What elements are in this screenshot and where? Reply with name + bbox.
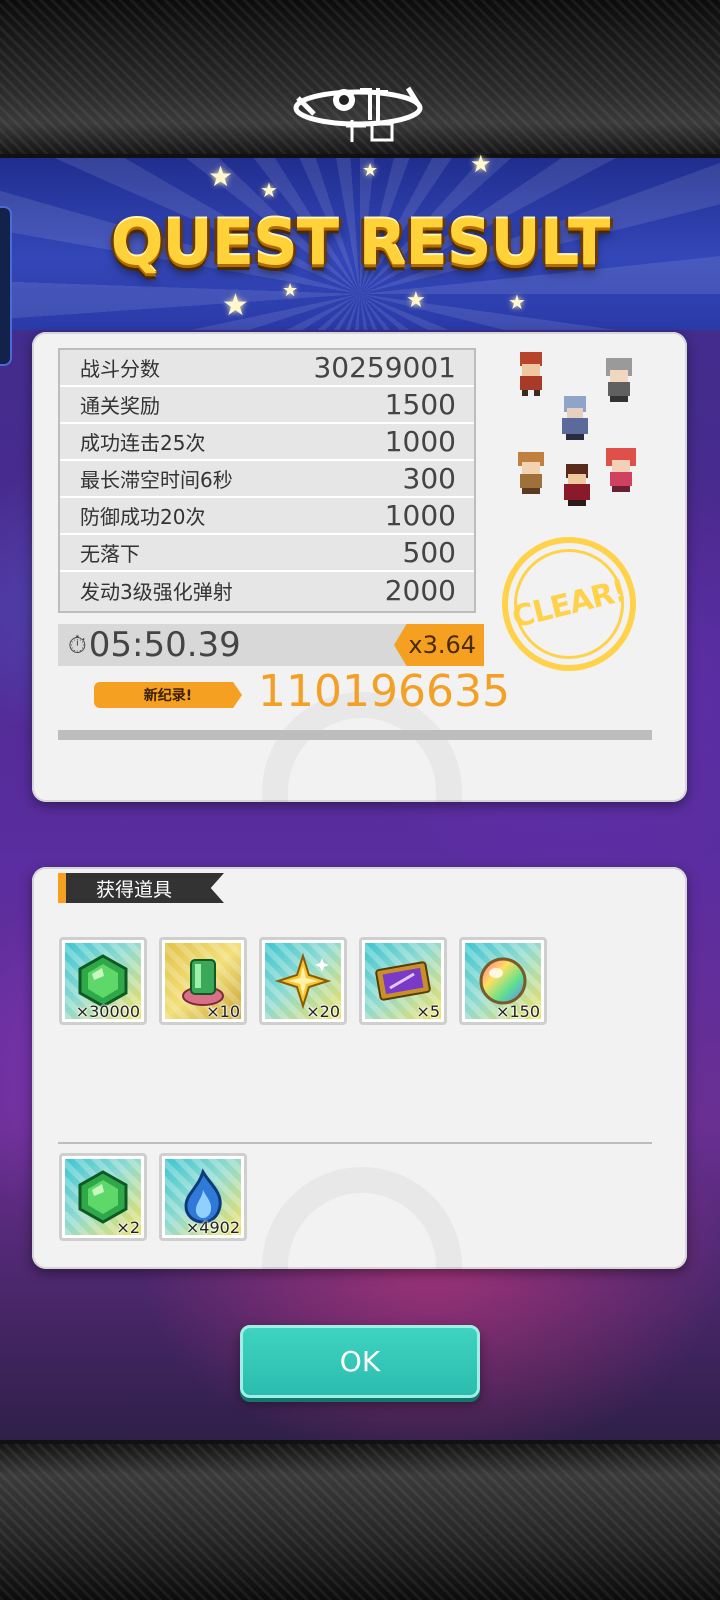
progress-bar [58, 730, 652, 740]
score-row: 防御成功20次 1000 [60, 498, 474, 535]
clear-stamp: CLEAR! [487, 522, 651, 686]
score-row-value: 1000 [384, 425, 456, 458]
character-sprite [562, 396, 588, 440]
item-count: ×30000 [75, 1002, 140, 1021]
reward-item[interactable]: ×20 [259, 937, 347, 1025]
character-sprite [518, 452, 544, 494]
obtained-items-title: 获得道具 [96, 878, 173, 901]
stopwatch-icon: ⏱ [68, 631, 87, 659]
score-row-value: 30259001 [313, 351, 456, 384]
character-sprite [564, 464, 590, 506]
score-row-label: 战斗分数 [80, 357, 160, 381]
score-row-label: 成功连击25次 [80, 431, 206, 455]
reward-item[interactable]: ×5 [359, 937, 447, 1025]
item-count: ×2 [116, 1218, 140, 1237]
star-icon: ★ [260, 178, 278, 202]
reward-item[interactable]: ×30000 [59, 937, 147, 1025]
item-count: ×4902 [185, 1218, 240, 1237]
obtained-items-header: 获得道具 [58, 873, 224, 903]
star-icon: ★ [282, 280, 299, 301]
item-count: ×20 [306, 1002, 340, 1021]
game-logo [293, 86, 423, 142]
score-breakdown-table: 战斗分数 30259001 通关奖励 1500 成功连击25次 1000 最长滞… [58, 348, 476, 613]
item-count: ×5 [416, 1002, 440, 1021]
top-bar [0, 0, 720, 158]
star-icon: ★ [508, 290, 526, 314]
bottom-bar [0, 1440, 720, 1600]
score-row: 发动3级强化弹射 2000 [60, 572, 474, 609]
emblem-watermark [262, 1167, 462, 1269]
star-icon: ★ [222, 288, 249, 323]
quest-result-title: QUEST RESULT [110, 206, 611, 279]
score-row: 通关奖励 1500 [60, 387, 474, 424]
score-row: 无落下 500 [60, 535, 474, 572]
score-row: 成功连击25次 1000 [60, 424, 474, 461]
ok-button[interactable]: OK [240, 1325, 480, 1398]
score-row-value: 1000 [384, 499, 456, 532]
reward-item[interactable]: ×10 [159, 937, 247, 1025]
clear-stamp-text: CLEAR! [508, 573, 630, 635]
clear-time: 05:50.39 [88, 625, 241, 665]
result-panel: 战斗分数 30259001 通关奖励 1500 成功连击25次 1000 最长滞… [32, 332, 687, 802]
score-row-value: 300 [402, 462, 456, 495]
score-row-label: 无落下 [80, 542, 140, 566]
character-sprite [606, 448, 636, 492]
items-divider [58, 1142, 652, 1144]
score-row: 最长滞空时间6秒 300 [60, 461, 474, 498]
score-row-value: 500 [402, 536, 456, 569]
party-sprites [504, 342, 654, 522]
score-row-value: 2000 [384, 574, 456, 607]
total-score: 110196635 [258, 666, 510, 717]
bonus-item[interactable]: ×4902 [159, 1153, 247, 1241]
score-row: 战斗分数 30259001 [60, 350, 474, 387]
star-icon: ★ [470, 150, 492, 178]
character-sprite [520, 352, 542, 396]
score-multiplier: x3.64 [394, 624, 484, 666]
score-row-label: 防御成功20次 [80, 505, 206, 529]
score-row-label: 通关奖励 [80, 394, 160, 418]
star-icon: ★ [208, 160, 234, 193]
character-sprite [606, 358, 632, 402]
header-accent [58, 873, 66, 903]
score-row-label: 最长滞空时间6秒 [80, 468, 233, 492]
bonus-item[interactable]: ×2 [59, 1153, 147, 1241]
star-icon: ★ [406, 288, 426, 313]
new-record-badge: 新纪录! [94, 682, 242, 708]
reward-item[interactable]: ×150 [459, 937, 547, 1025]
item-count: ×10 [206, 1002, 240, 1021]
obtained-items-panel: 获得道具 ×30000 ×10 ×20 ×5 ×150 ×2 ×4902 [32, 867, 687, 1269]
item-count: ×150 [496, 1002, 540, 1021]
score-row-value: 1500 [384, 388, 456, 421]
score-row-label: 发动3级强化弹射 [80, 580, 233, 604]
star-icon: ★ [362, 160, 379, 181]
